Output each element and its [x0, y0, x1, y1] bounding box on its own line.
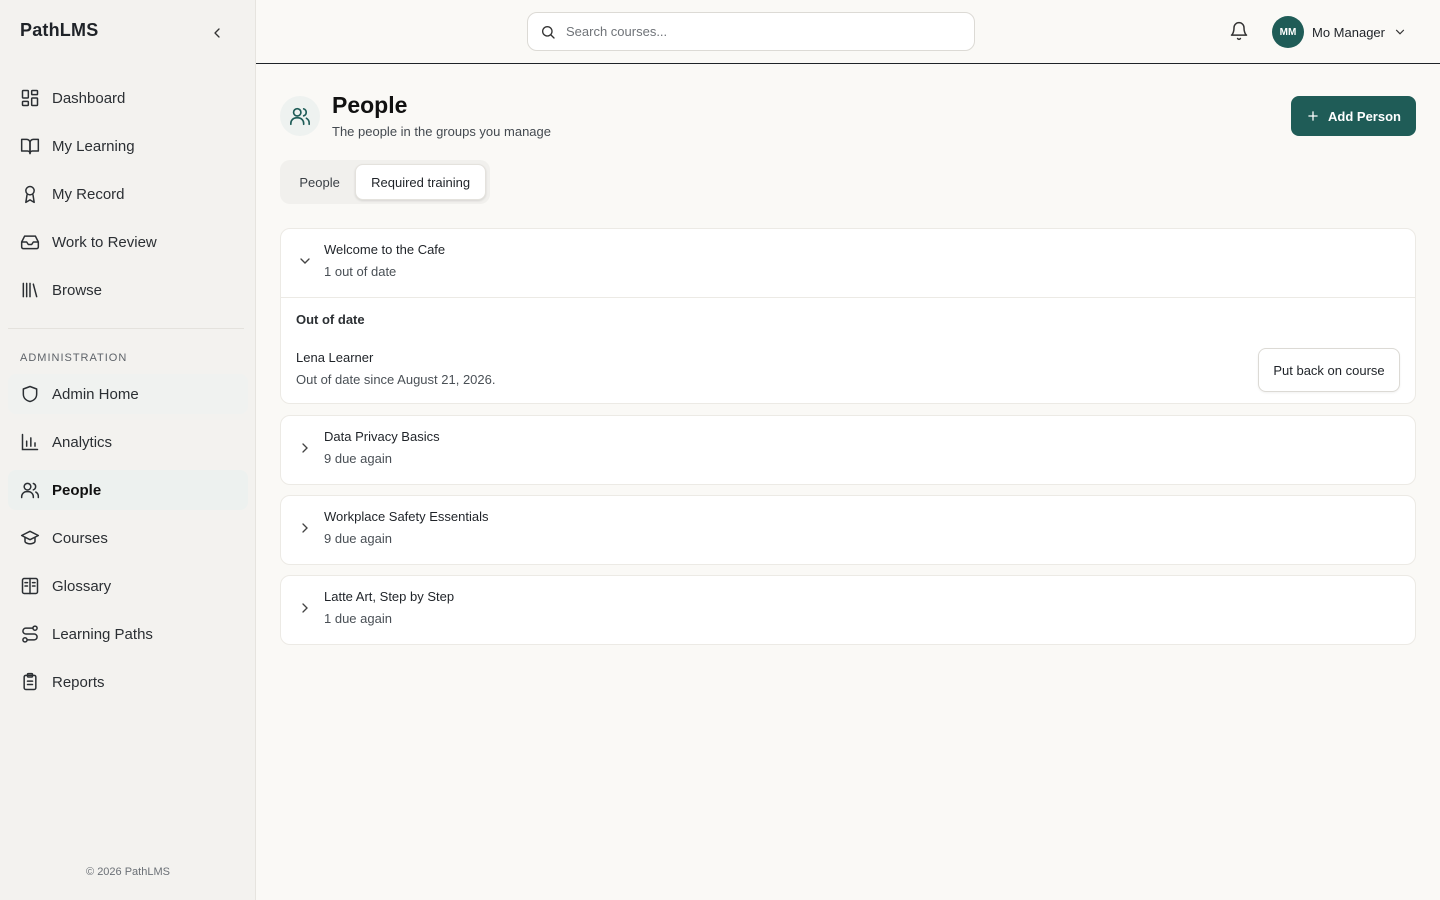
sidebar-item-my-record[interactable]: My Record [8, 174, 248, 214]
chevron-right-icon [297, 520, 313, 536]
sidebar-item-my-learning[interactable]: My Learning [8, 126, 248, 166]
training-status: 9 due again [324, 451, 392, 466]
plus-icon [1306, 109, 1320, 123]
sidebar-item-glossary[interactable]: Glossary [8, 566, 248, 606]
training-status: 9 due again [324, 531, 392, 546]
sidebar-item-label: Browse [52, 281, 103, 299]
top-bar: MM Mo Manager [256, 0, 1440, 64]
users-icon [20, 480, 40, 500]
sidebar-item-label: Work to Review [52, 233, 157, 251]
sidebar-item-reports[interactable]: Reports [8, 662, 248, 702]
sidebar-item-label: Glossary [52, 577, 112, 595]
training-card-welcome: Welcome to the Cafe 1 out of date Out of… [280, 228, 1416, 404]
training-title: Data Privacy Basics [324, 429, 440, 444]
view-tabs: People Required training [280, 160, 490, 204]
chevron-down-icon [1393, 25, 1407, 39]
sidebar-item-label: Dashboard [52, 89, 126, 107]
section-label-administration: ADMINISTRATION [20, 352, 128, 364]
bell-icon [1230, 21, 1248, 41]
training-title: Workplace Safety Essentials [324, 509, 489, 524]
book-glossary-icon [20, 576, 40, 596]
sidebar-item-learning-paths[interactable]: Learning Paths [8, 614, 248, 654]
training-status: 1 out of date [324, 264, 397, 279]
sidebar-item-work-to-review[interactable]: Work to Review [8, 222, 248, 262]
admin-nav: Admin Home Analytics People Courses Glos… [8, 374, 248, 710]
training-card-body: Out of date Lena Learner Out of date sin… [281, 297, 1415, 403]
page-title: People [332, 92, 408, 118]
training-title: Latte Art, Step by Step [324, 589, 455, 604]
sidebar-item-people[interactable]: People [8, 470, 248, 510]
library-icon [20, 280, 40, 300]
sidebar-item-admin-home[interactable]: Admin Home [8, 374, 248, 414]
page-subtitle: The people in the groups you manage [332, 124, 551, 139]
search-icon [542, 25, 555, 39]
training-title: Welcome to the Cafe [324, 242, 446, 257]
training-card-latte-art: Latte Art, Step by Step 1 due again [280, 575, 1416, 645]
chevron-right-icon [297, 440, 313, 456]
avatar: MM [1272, 16, 1304, 48]
sidebar: PathLMS Dashboard My Learning My Record … [0, 0, 256, 900]
add-person-button[interactable]: Add Person [1291, 96, 1416, 136]
sidebar-item-label: My Record [52, 185, 125, 203]
dashboard-icon [20, 88, 40, 108]
group-label-out-of-date: Out of date [296, 312, 365, 327]
sidebar-item-dashboard[interactable]: Dashboard [8, 78, 248, 118]
main-nav: Dashboard My Learning My Record Work to … [8, 78, 248, 318]
notifications-button[interactable] [1229, 21, 1251, 43]
graduation-cap-icon [20, 528, 40, 548]
training-card-header[interactable]: Latte Art, Step by Step 1 due again [281, 576, 1415, 644]
tab-people[interactable]: People [284, 164, 355, 200]
bar-chart-icon [20, 432, 40, 452]
training-card-workplace-safety: Workplace Safety Essentials 9 due again [280, 495, 1416, 565]
sidebar-item-label: Reports [52, 673, 105, 691]
tab-required-training[interactable]: Required training [355, 164, 486, 200]
sidebar-item-label: Learning Paths [52, 625, 153, 643]
user-name: Mo Manager [1312, 24, 1385, 40]
training-card-header[interactable]: Data Privacy Basics 9 due again [281, 416, 1415, 484]
sidebar-item-label: Analytics [52, 433, 113, 451]
clipboard-icon [20, 672, 40, 692]
sidebar-item-label: Courses [52, 529, 108, 547]
award-icon [20, 184, 40, 204]
collapse-sidebar-button[interactable] [206, 22, 228, 44]
sidebar-item-browse[interactable]: Browse [8, 270, 248, 310]
training-card-header[interactable]: Welcome to the Cafe 1 out of date [281, 229, 1415, 297]
brand-logo: PathLMS [20, 20, 99, 40]
person-status: Out of date since August 21, 2026. [296, 372, 496, 387]
book-open-icon [20, 136, 40, 156]
training-status: 1 due again [324, 611, 392, 626]
training-card-header[interactable]: Workplace Safety Essentials 9 due again [281, 496, 1415, 564]
inbox-icon [20, 232, 40, 252]
chevron-down-icon [297, 253, 313, 269]
sidebar-item-label: Admin Home [52, 385, 139, 403]
user-menu[interactable]: MM Mo Manager [1272, 16, 1407, 48]
put-back-on-course-button[interactable]: Put back on course [1258, 348, 1400, 392]
footer-copyright: © 2026 PathLMS [86, 866, 170, 878]
sidebar-item-label: My Learning [52, 137, 135, 155]
chevron-left-icon [214, 28, 220, 38]
search-box [527, 12, 975, 51]
shield-icon [20, 384, 40, 404]
page-users-icon [280, 96, 320, 136]
person-name: Lena Learner [296, 350, 374, 365]
sidebar-item-analytics[interactable]: Analytics [8, 422, 248, 462]
sidebar-item-courses[interactable]: Courses [8, 518, 248, 558]
sidebar-item-label: People [52, 481, 102, 499]
add-person-label: Add Person [1328, 108, 1401, 124]
nav-divider [8, 328, 244, 329]
training-card-data-privacy: Data Privacy Basics 9 due again [280, 415, 1416, 485]
search-input[interactable] [566, 24, 946, 39]
route-icon [20, 624, 40, 644]
chevron-right-icon [297, 600, 313, 616]
